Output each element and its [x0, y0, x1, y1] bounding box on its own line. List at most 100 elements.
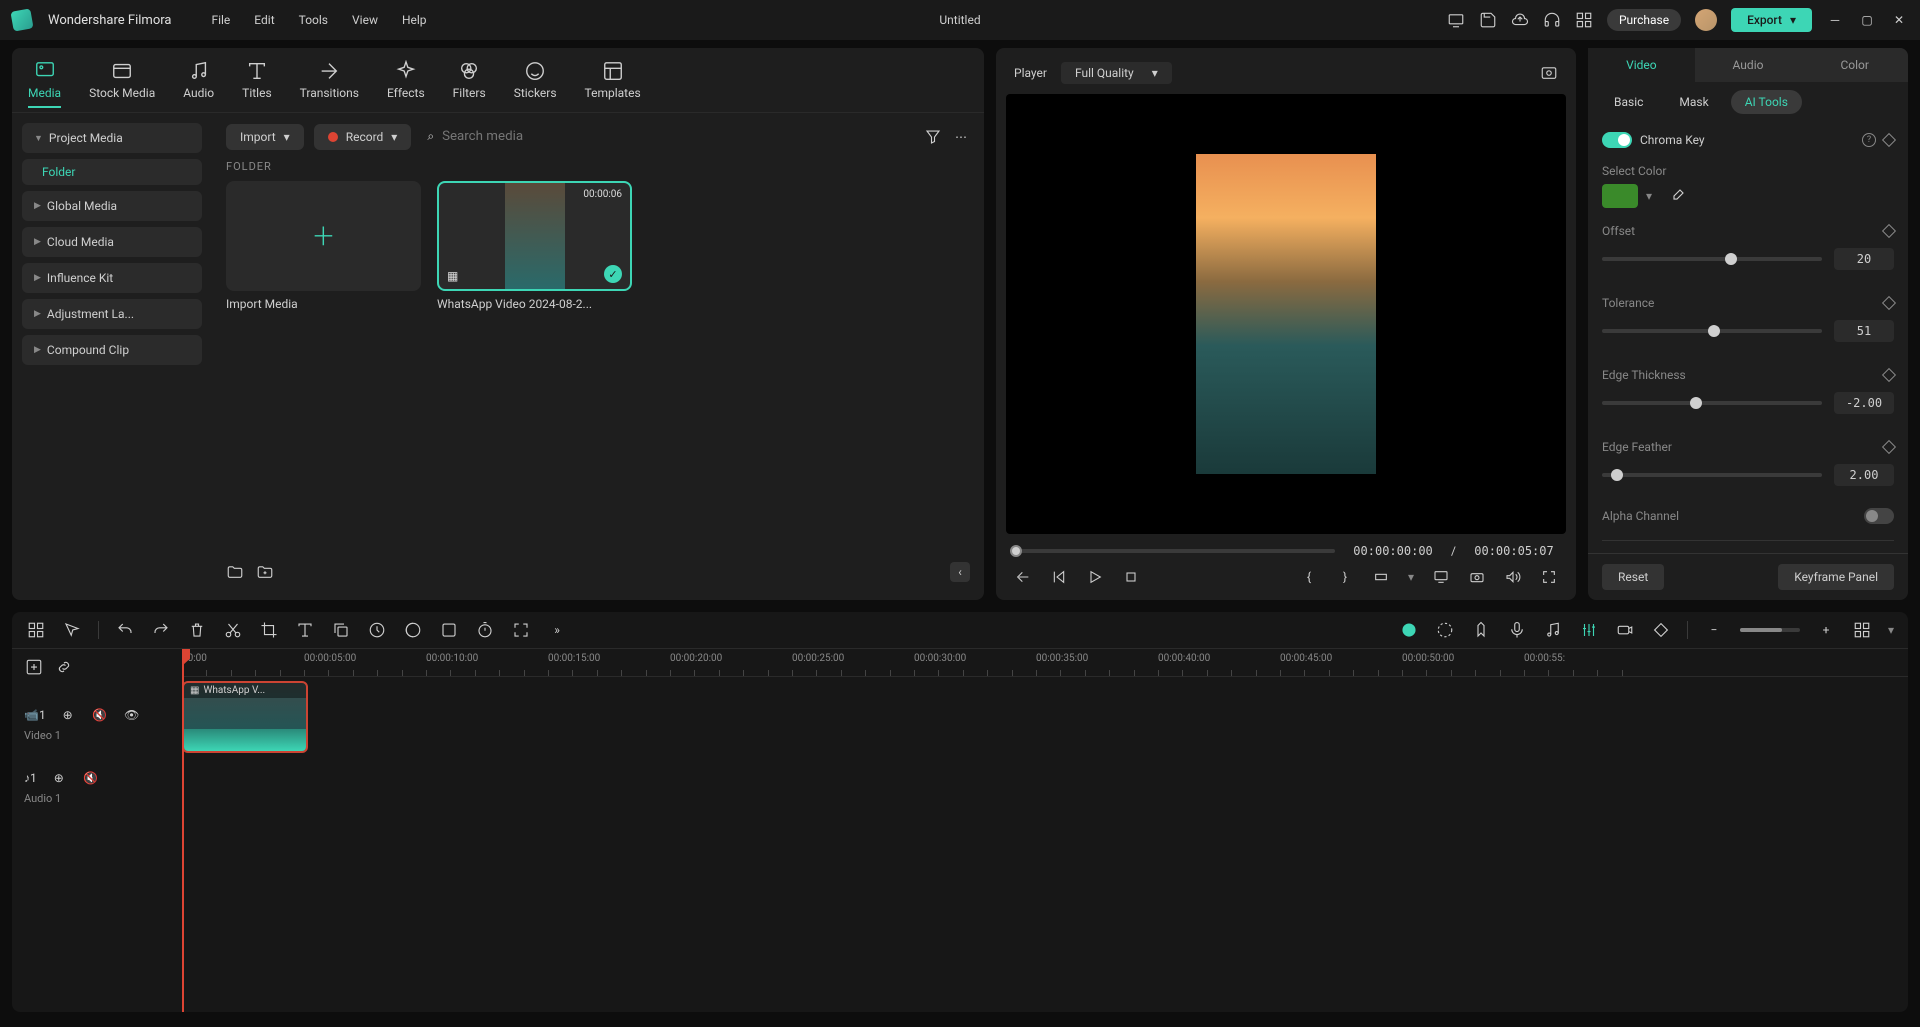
- camera-icon[interactable]: [1468, 568, 1486, 586]
- purchase-button[interactable]: Purchase: [1607, 9, 1681, 31]
- timeline-content[interactable]: 00:0000:00:05:0000:00:10:0000:00:15:0000…: [182, 649, 1908, 1012]
- keyframe-diamond[interactable]: [1882, 296, 1896, 310]
- export-button[interactable]: Export▾: [1731, 8, 1812, 32]
- record-tl-icon[interactable]: [1615, 620, 1635, 640]
- ratio-icon[interactable]: [1372, 568, 1390, 586]
- color-swatch[interactable]: [1602, 184, 1638, 208]
- sidebar-global-media[interactable]: ▶Global Media: [22, 191, 202, 221]
- chevron-down-icon[interactable]: ▾: [1408, 570, 1414, 584]
- prop-tab-video[interactable]: Video: [1588, 48, 1695, 82]
- layout-icon[interactable]: [1852, 620, 1872, 640]
- chevron-down-icon[interactable]: ▾: [1888, 623, 1894, 637]
- user-avatar[interactable]: [1695, 9, 1717, 31]
- more-icon[interactable]: ⋯: [952, 128, 970, 146]
- prop-tab-audio[interactable]: Audio: [1695, 48, 1802, 82]
- color-icon[interactable]: [403, 620, 423, 640]
- menu-edit[interactable]: Edit: [254, 13, 274, 27]
- keyframe-panel-button[interactable]: Keyframe Panel: [1778, 564, 1894, 590]
- sidebar-folder[interactable]: Folder: [22, 159, 202, 185]
- link-icon[interactable]: [54, 657, 74, 677]
- timeline-clip[interactable]: ▦WhatsApp V...: [182, 681, 308, 753]
- minimize-button[interactable]: ─: [1826, 11, 1844, 29]
- mute-icon[interactable]: 🔇: [90, 705, 110, 725]
- tab-media[interactable]: Media: [28, 60, 61, 108]
- quality-dropdown[interactable]: Full Quality▾: [1061, 62, 1172, 84]
- tab-stock-media[interactable]: Stock Media: [89, 60, 155, 108]
- sidebar-adjustment-layer[interactable]: ▶Adjustment La...: [22, 299, 202, 329]
- tolerance-slider[interactable]: [1602, 329, 1822, 333]
- search-input[interactable]: [442, 129, 908, 144]
- edge-thickness-value[interactable]: -2.00: [1834, 392, 1894, 414]
- maximize-button[interactable]: ▢: [1858, 11, 1876, 29]
- menu-file[interactable]: File: [211, 13, 230, 27]
- mixer-icon[interactable]: [1579, 620, 1599, 640]
- close-button[interactable]: ✕: [1890, 11, 1908, 29]
- folder-icon[interactable]: [226, 563, 244, 581]
- green-screen-icon[interactable]: [439, 620, 459, 640]
- text-icon[interactable]: [295, 620, 315, 640]
- menu-help[interactable]: Help: [402, 13, 427, 27]
- tab-effects[interactable]: Effects: [387, 60, 425, 108]
- step-back-button[interactable]: [1014, 568, 1032, 586]
- cursor-icon[interactable]: [62, 620, 82, 640]
- menu-view[interactable]: View: [352, 13, 378, 27]
- edge-feather-slider[interactable]: [1602, 473, 1822, 477]
- keyframe-tl-icon[interactable]: [1651, 620, 1671, 640]
- mark-out-button[interactable]: }: [1336, 568, 1354, 586]
- sidebar-cloud-media[interactable]: ▶Cloud Media: [22, 227, 202, 257]
- apps-icon[interactable]: [1575, 11, 1593, 29]
- tolerance-value[interactable]: 51: [1834, 320, 1894, 342]
- chroma-key-toggle[interactable]: [1602, 132, 1632, 148]
- playhead[interactable]: [182, 649, 184, 1012]
- import-media-tile[interactable]: + Import Media: [226, 181, 421, 311]
- crop-icon[interactable]: [259, 620, 279, 640]
- keyframe-diamond[interactable]: [1882, 133, 1896, 147]
- save-icon[interactable]: [1479, 11, 1497, 29]
- visible-icon[interactable]: 👁: [122, 705, 142, 725]
- alpha-toggle[interactable]: [1864, 508, 1894, 524]
- timer-icon[interactable]: [475, 620, 495, 640]
- offset-value[interactable]: 20: [1834, 248, 1894, 270]
- sidebar-project-media[interactable]: ▼Project Media: [22, 123, 202, 153]
- sidebar-influence-kit[interactable]: ▶Influence Kit: [22, 263, 202, 293]
- timeline-ruler[interactable]: 00:0000:00:05:0000:00:10:0000:00:15:0000…: [182, 649, 1908, 677]
- import-dropdown[interactable]: Import▾: [226, 124, 304, 150]
- music-icon[interactable]: [1543, 620, 1563, 640]
- menu-tools[interactable]: Tools: [299, 13, 328, 27]
- display-icon[interactable]: [1432, 568, 1450, 586]
- reset-button[interactable]: Reset: [1602, 564, 1664, 590]
- tab-stickers[interactable]: Stickers: [514, 60, 557, 108]
- filter-icon[interactable]: [924, 128, 942, 146]
- seek-thumb[interactable]: [1010, 545, 1022, 557]
- expand-icon[interactable]: [511, 620, 531, 640]
- player-viewport[interactable]: [1006, 94, 1566, 534]
- offset-slider[interactable]: [1602, 257, 1822, 261]
- media-clip-tile[interactable]: 00:00:06 ▦ ✓ WhatsApp Video 2024-08-2...: [437, 181, 632, 311]
- zoom-slider[interactable]: [1740, 628, 1800, 632]
- cut-icon[interactable]: [223, 620, 243, 640]
- tab-titles[interactable]: Titles: [242, 60, 271, 108]
- add-icon[interactable]: ⊕: [58, 705, 78, 725]
- prop-tab-color[interactable]: Color: [1801, 48, 1908, 82]
- copy-icon[interactable]: [331, 620, 351, 640]
- tab-filters[interactable]: Filters: [453, 60, 486, 108]
- cloud-icon[interactable]: [1511, 11, 1529, 29]
- more-tools-icon[interactable]: »: [547, 620, 567, 640]
- headphones-icon[interactable]: [1543, 11, 1561, 29]
- mute-icon[interactable]: 🔇: [81, 768, 101, 788]
- eyedropper-icon[interactable]: [1668, 187, 1686, 205]
- snapshot-icon[interactable]: [1540, 64, 1558, 82]
- collapse-sidebar-button[interactable]: ‹: [950, 562, 970, 582]
- subtab-mask[interactable]: Mask: [1665, 90, 1722, 114]
- undo-icon[interactable]: [115, 620, 135, 640]
- timeline-grid-icon[interactable]: [26, 620, 46, 640]
- redo-icon[interactable]: [151, 620, 171, 640]
- play-button[interactable]: [1086, 568, 1104, 586]
- mark-in-button[interactable]: {: [1300, 568, 1318, 586]
- edge-thickness-slider[interactable]: [1602, 401, 1822, 405]
- add-icon[interactable]: ⊕: [49, 768, 69, 788]
- prev-frame-button[interactable]: [1050, 568, 1068, 586]
- edge-feather-value[interactable]: 2.00: [1834, 464, 1894, 486]
- tab-audio[interactable]: Audio: [183, 60, 214, 108]
- tab-transitions[interactable]: Transitions: [300, 60, 359, 108]
